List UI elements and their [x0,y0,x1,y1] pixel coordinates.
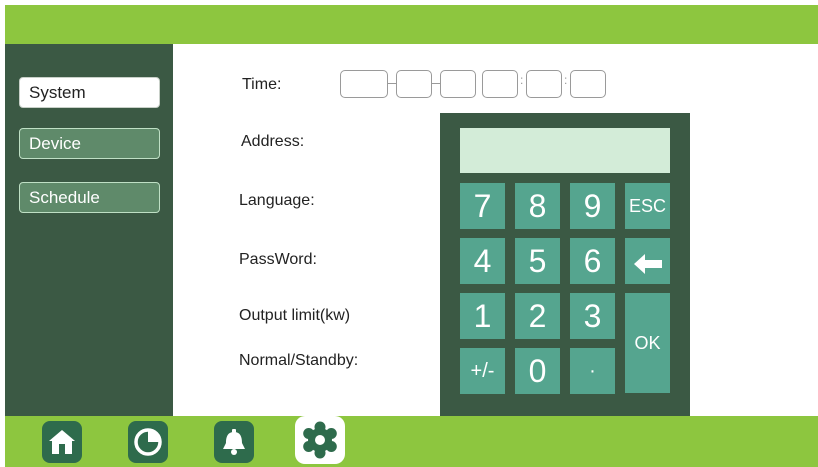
arrow-left-icon [633,253,662,274]
sign-toggle-button[interactable]: +/- [460,348,505,394]
time-year-field[interactable] [340,70,388,98]
home-icon [48,428,76,456]
key-8[interactable]: 8 [515,183,560,229]
time-month-field[interactable] [396,70,432,98]
key-9[interactable]: 9 [570,183,615,229]
numeric-keypad: 7 8 9 ESC 4 5 6 1 2 3 OK +/- 0 · [440,113,690,416]
sidebar-item-label: Schedule [29,188,100,207]
key-0[interactable]: 0 [515,348,560,394]
nav-settings-button[interactable] [295,416,345,464]
nav-statistics-button[interactable] [128,421,168,463]
key-3[interactable]: 3 [570,293,615,339]
normal-standby-label: Normal/Standby: [239,352,359,369]
gear-icon [301,421,339,459]
bell-icon [219,427,249,457]
sidebar-item-label: System [29,83,86,102]
ok-button[interactable]: OK [625,293,670,393]
sidebar-item-device[interactable]: Device [19,128,160,159]
sidebar-item-system[interactable]: System [19,77,160,108]
key-7[interactable]: 7 [460,183,505,229]
output-limit-label: Output limit(kw) [239,307,351,324]
top-bar [5,5,818,44]
backspace-button[interactable] [625,238,670,284]
address-label: Address: [241,133,305,150]
esc-button[interactable]: ESC [625,183,670,229]
time-label: Time: [242,76,282,93]
bottom-nav-bar [5,416,818,467]
keypad-display [460,128,670,173]
sidebar: System Device Schedule [5,44,173,416]
time-hour-field[interactable] [482,70,518,98]
pie-chart-icon [133,427,163,457]
time-colon: : [520,73,524,87]
key-5[interactable]: 5 [515,238,560,284]
time-colon: : [564,73,568,87]
sidebar-item-label: Device [29,134,81,153]
time-minute-field[interactable] [526,70,562,98]
language-label: Language: [239,192,315,209]
key-6[interactable]: 6 [570,238,615,284]
time-separator [432,83,440,84]
nav-home-button[interactable] [42,421,82,463]
decimal-point-button[interactable]: · [570,348,615,394]
key-4[interactable]: 4 [460,238,505,284]
time-day-field[interactable] [440,70,476,98]
key-2[interactable]: 2 [515,293,560,339]
password-label: PassWord: [239,251,317,268]
nav-alarm-button[interactable] [214,421,254,463]
sidebar-item-schedule[interactable]: Schedule [19,182,160,213]
key-1[interactable]: 1 [460,293,505,339]
time-second-field[interactable] [570,70,606,98]
time-separator [388,83,396,84]
